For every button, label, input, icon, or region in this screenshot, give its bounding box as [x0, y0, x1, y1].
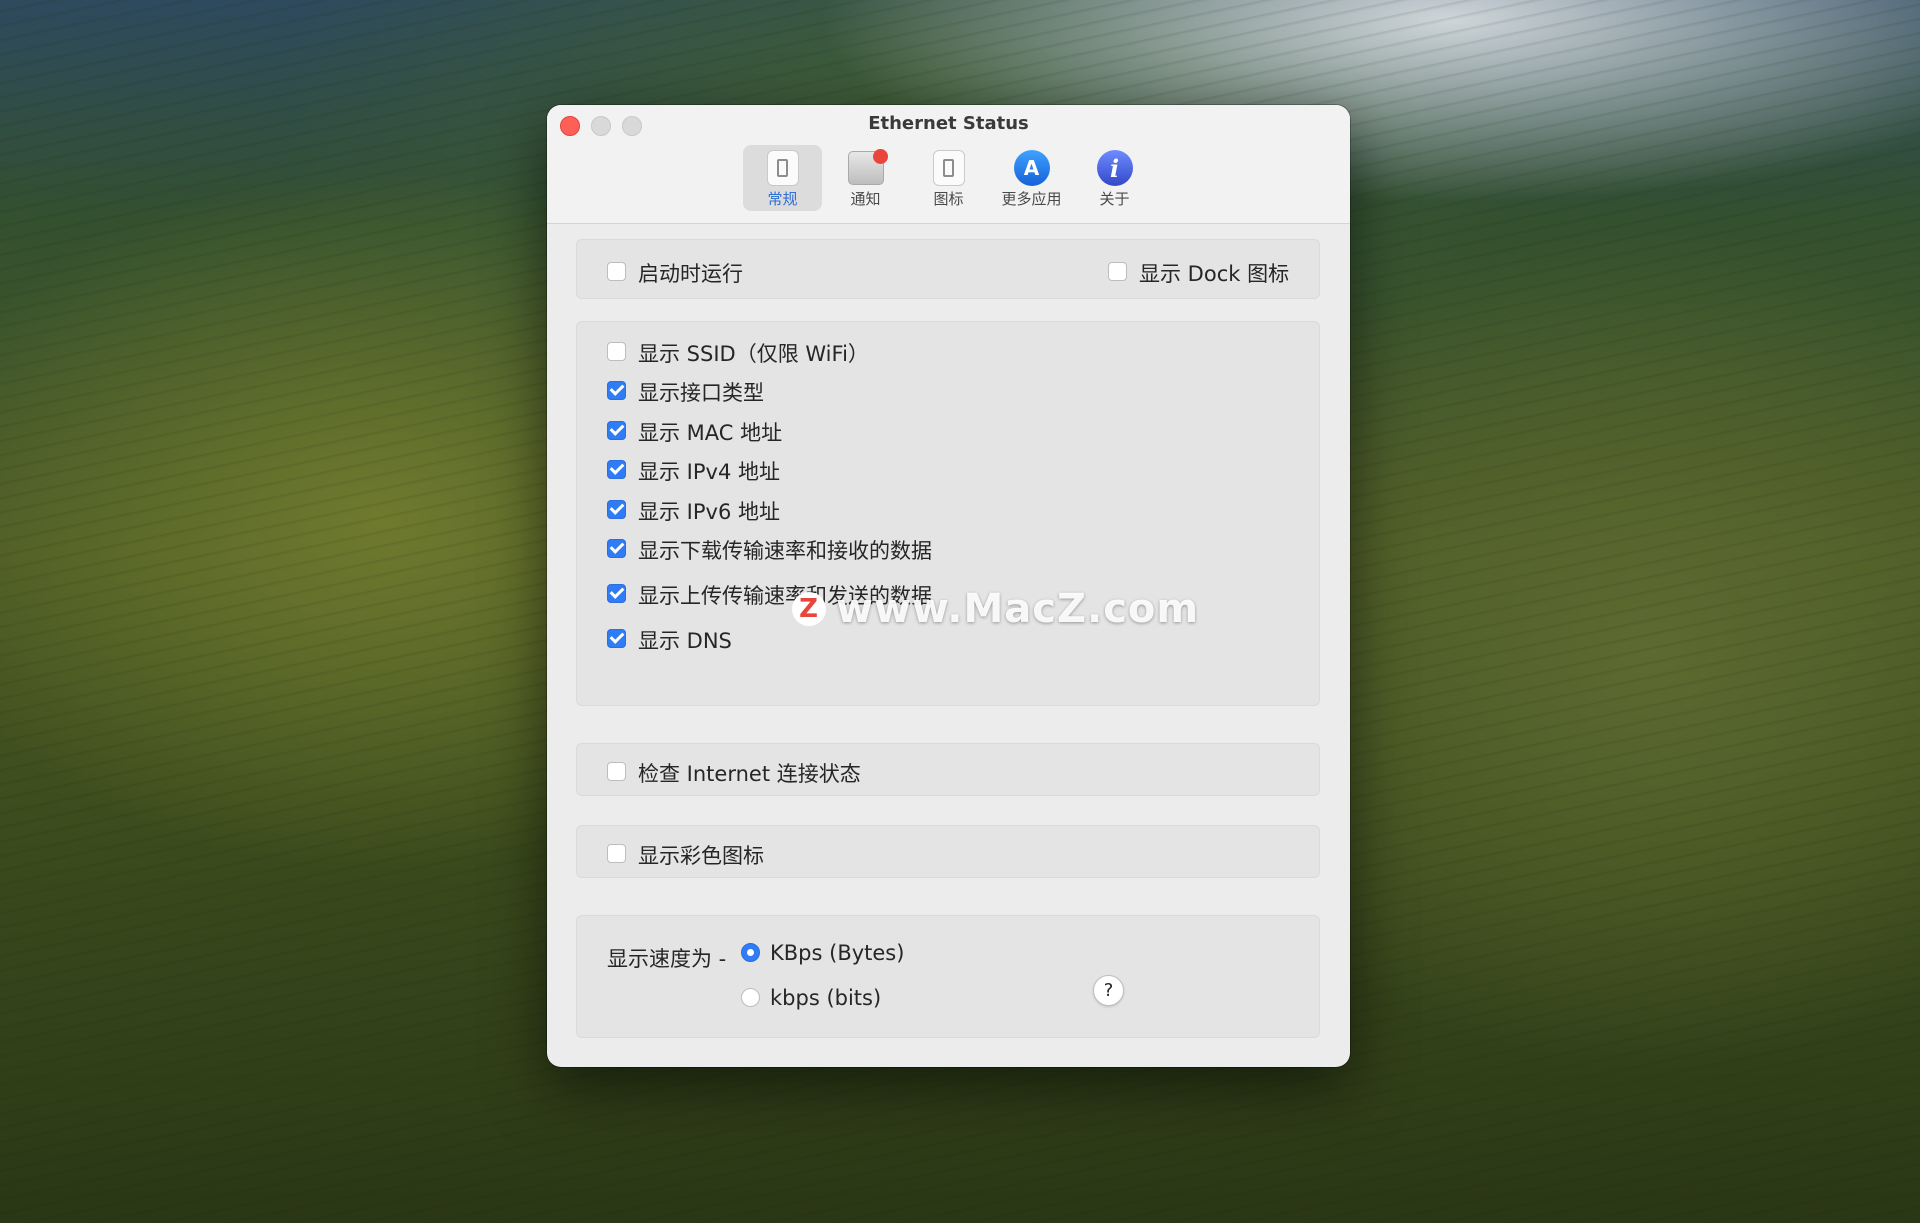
app-store-icon: A: [1013, 150, 1050, 186]
display-option-label: 显示 MAC 地址: [638, 421, 783, 445]
watermark: Z www.MacZ.com: [792, 586, 1199, 632]
display-option-checkbox[interactable]: [607, 628, 626, 648]
display-option-checkbox[interactable]: [607, 583, 626, 603]
color-icon-checkbox[interactable]: [607, 843, 626, 863]
internet-check-checkbox[interactable]: [607, 761, 626, 781]
display-option[interactable]: 显示接口类型: [607, 377, 764, 407]
kbps-bytes-radio[interactable]: [741, 942, 760, 962]
show-dock-icon-label: 显示 Dock 图标: [1139, 262, 1290, 286]
display-option-label: 显示 IPv6 地址: [638, 500, 780, 524]
launch-at-login-option[interactable]: 启动时运行: [607, 258, 743, 288]
speed-unit-panel: [576, 915, 1320, 1038]
internet-check-label: 检查 Internet 连接状态: [638, 762, 861, 786]
notification-icon: [847, 149, 888, 186]
tab-icon[interactable]: 图标: [909, 145, 988, 211]
macz-logo: Z: [792, 592, 826, 626]
tab-notifications-label: 通知: [850, 190, 881, 208]
tab-more-apps-label: 更多应用: [1001, 190, 1062, 208]
display-option-checkbox[interactable]: [607, 459, 626, 479]
speed-option-kbps-bits[interactable]: kbps (bits): [741, 986, 881, 1010]
switch-icon: [931, 150, 967, 186]
display-option-label: 显示 SSID（仅限 WiFi）: [638, 342, 869, 366]
display-option[interactable]: 显示 IPv6 地址: [607, 496, 780, 526]
preferences-toolbar: 常规 通知 图标 A 更多应用 i 关于: [547, 145, 1350, 211]
display-option-checkbox[interactable]: [607, 341, 626, 361]
watermark-text: www.MacZ.com: [836, 586, 1200, 632]
display-option-label: 显示 IPv4 地址: [638, 460, 780, 484]
display-option-label: 显示接口类型: [638, 381, 764, 405]
display-option-checkbox[interactable]: [607, 499, 626, 519]
display-option[interactable]: 显示 SSID（仅限 WiFi）: [607, 338, 869, 368]
display-option[interactable]: 显示 DNS: [607, 625, 732, 655]
display-option-label: 显示 DNS: [638, 629, 732, 653]
kbps-bits-radio[interactable]: [741, 987, 760, 1007]
window-title: Ethernet Status: [868, 113, 1029, 134]
display-option-checkbox[interactable]: [607, 420, 626, 440]
titlebar: Ethernet Status 常规 通知 图标 A 更多应用 i 关于: [547, 105, 1350, 224]
display-option[interactable]: 显示 MAC 地址: [607, 417, 782, 447]
color-icon-label: 显示彩色图标: [638, 844, 764, 868]
launch-at-login-checkbox[interactable]: [607, 261, 626, 281]
tab-notifications[interactable]: 通知: [826, 145, 905, 211]
kbps-bytes-label: KBps (Bytes): [770, 941, 905, 965]
tab-more-apps[interactable]: A 更多应用: [992, 145, 1071, 211]
internet-check-option[interactable]: 检查 Internet 连接状态: [607, 758, 861, 788]
display-option-label: 显示下载传输速率和接收的数据: [638, 539, 932, 563]
speed-unit-label: 显示速度为 -: [607, 947, 727, 971]
color-icon-option[interactable]: 显示彩色图标: [607, 840, 764, 870]
info-icon: i: [1096, 150, 1133, 186]
show-dock-icon-checkbox[interactable]: [1108, 261, 1127, 281]
switch-icon: [765, 150, 801, 186]
launch-at-login-label: 启动时运行: [638, 262, 743, 286]
tab-about-label: 关于: [1099, 190, 1130, 208]
notification-badge: [872, 149, 888, 164]
tab-general[interactable]: 常规: [743, 145, 822, 211]
display-option-checkbox[interactable]: [607, 380, 626, 400]
display-option[interactable]: 显示下载传输速率和接收的数据: [607, 535, 932, 565]
display-option[interactable]: 显示 IPv4 地址: [607, 456, 780, 486]
speed-option-kbps-bytes[interactable]: KBps (Bytes): [741, 941, 904, 965]
tab-about[interactable]: i 关于: [1075, 145, 1154, 211]
show-dock-icon-option[interactable]: 显示 Dock 图标: [1108, 258, 1289, 288]
help-button[interactable]: ?: [1093, 975, 1124, 1006]
display-option-checkbox[interactable]: [607, 538, 626, 558]
tab-general-label: 常规: [767, 190, 798, 208]
tab-icon-label: 图标: [933, 190, 964, 208]
kbps-bits-label: kbps (bits): [770, 986, 882, 1010]
